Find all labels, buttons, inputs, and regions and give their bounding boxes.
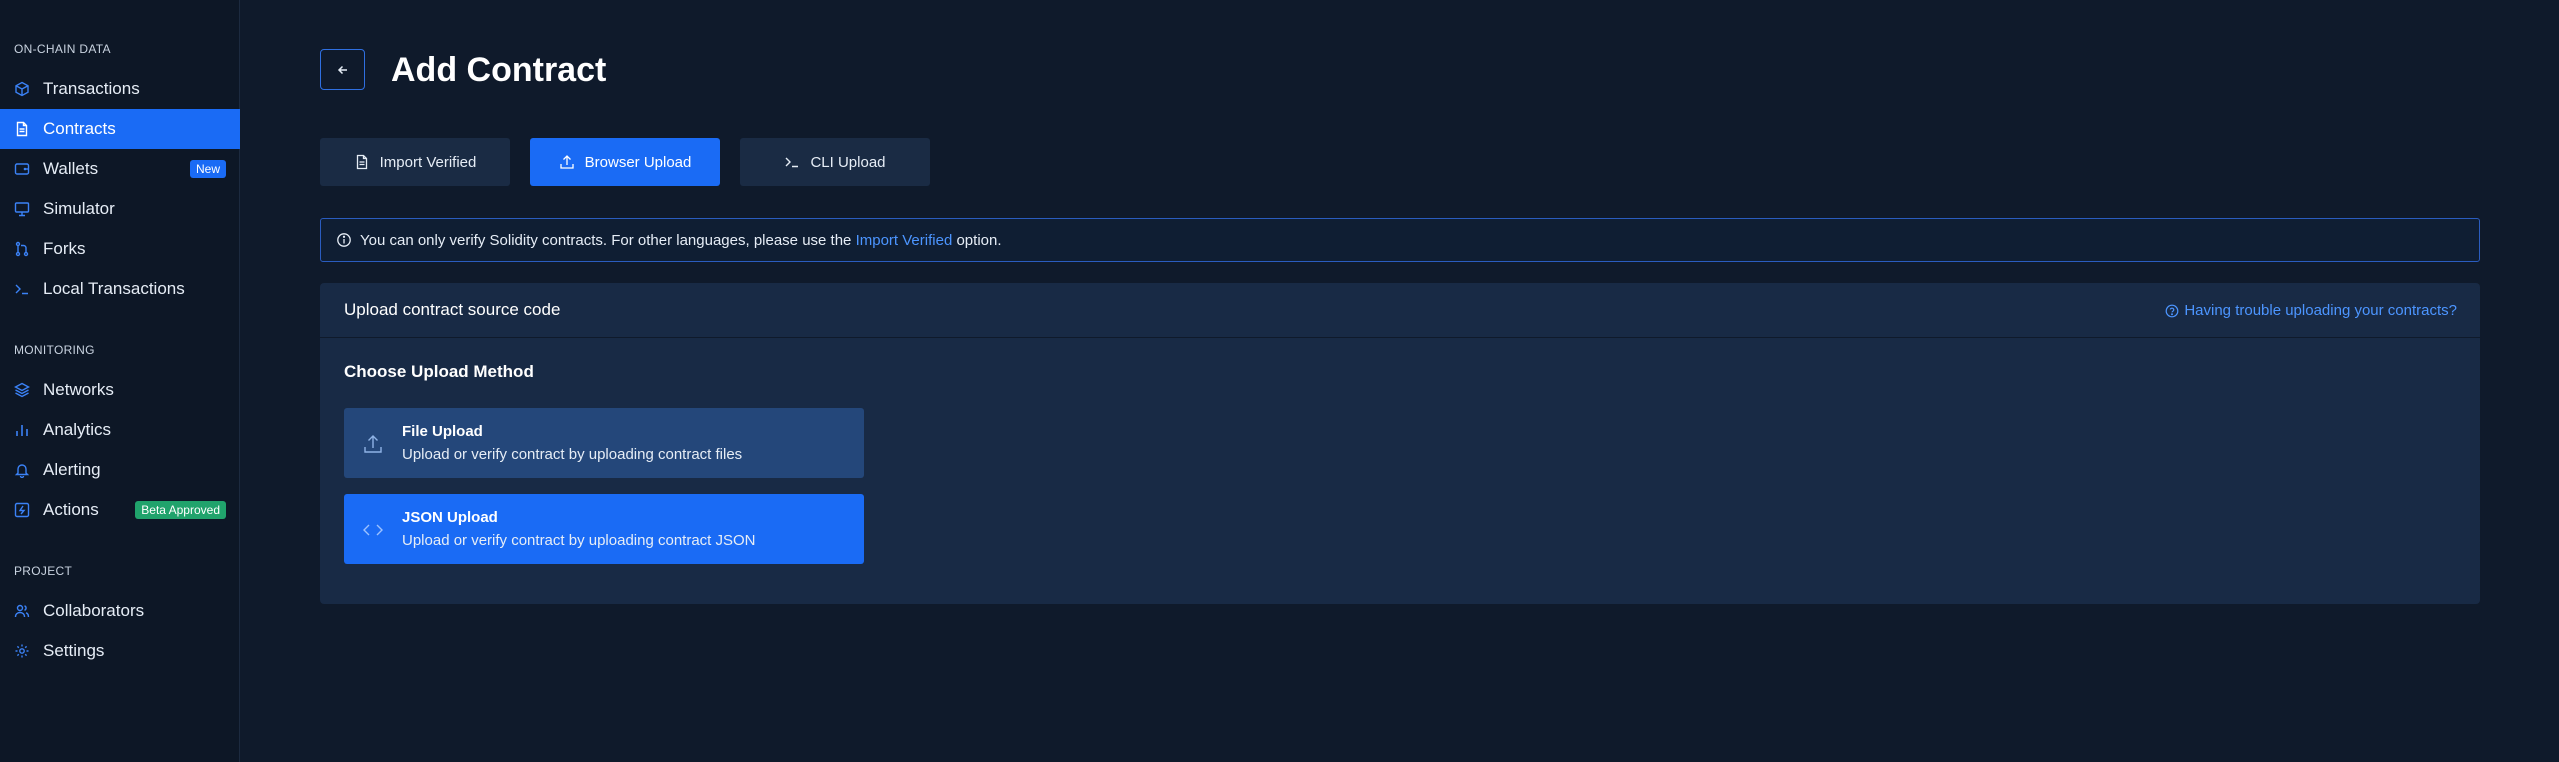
terminal-icon [14, 281, 30, 297]
arrow-left-icon [337, 64, 349, 76]
layers-icon [14, 382, 30, 398]
sidebar-item-label: Actions [43, 500, 99, 519]
bar-chart-icon [14, 422, 30, 438]
upload-icon [559, 154, 575, 170]
sidebar-item-collaborators[interactable]: Collaborators [0, 591, 240, 631]
users-icon [14, 603, 30, 619]
method-description: Upload or verify contract by uploading c… [402, 446, 743, 463]
sidebar-item-simulator[interactable]: Simulator [0, 189, 240, 229]
panel-title: Upload contract source code [344, 300, 561, 319]
choose-upload-method-title: Choose Upload Method [344, 362, 534, 381]
sidebar-item-contracts[interactable]: Contracts [0, 109, 240, 149]
help-link-text: Having trouble uploading your contracts? [2184, 302, 2457, 319]
tab-label: Import Verified [379, 153, 477, 171]
tab-import-verified[interactable]: Import Verified [320, 138, 510, 186]
section-title-on-chain-data: ON-CHAIN DATA [14, 42, 111, 56]
document-icon [354, 154, 370, 170]
method-title: JSON Upload [402, 509, 498, 526]
section-title-project: PROJECT [14, 564, 73, 578]
notice-text-before: You can only verify Solidity contracts. … [360, 231, 856, 249]
git-fork-icon [14, 241, 30, 257]
wallet-icon [14, 161, 30, 177]
code-icon [362, 519, 384, 541]
sidebar-item-networks[interactable]: Networks [0, 370, 240, 410]
notice-text-after: option. [952, 231, 1002, 249]
sidebar-item-label: Transactions [43, 79, 140, 98]
panel-header: Upload contract source code Having troub… [320, 283, 2480, 338]
import-verified-link[interactable]: Import Verified [856, 232, 953, 249]
terminal-icon [784, 154, 800, 170]
sidebar-item-analytics[interactable]: Analytics [0, 410, 240, 450]
sidebar-item-actions[interactable]: Actions Beta Approved [0, 490, 240, 530]
section-title-monitoring: MONITORING [14, 343, 95, 357]
info-icon [336, 232, 352, 248]
sidebar-item-settings[interactable]: Settings [0, 631, 240, 671]
upload-panel: Upload contract source code Having troub… [320, 283, 2480, 604]
monitor-icon [14, 201, 30, 217]
tab-browser-upload[interactable]: Browser Upload [530, 138, 720, 186]
sidebar-item-label: Analytics [43, 420, 112, 439]
sidebar-item-alerting[interactable]: Alerting [0, 450, 240, 490]
method-title: File Upload [402, 423, 483, 440]
sidebar: ON-CHAIN DATA Transactions Contracts Wal… [0, 0, 240, 762]
sidebar-item-local-transactions[interactable]: Local Transactions [0, 269, 240, 309]
lightning-icon [14, 502, 30, 518]
sidebar-item-label: Collaborators [43, 601, 145, 620]
sidebar-item-label: Local Transactions [43, 279, 185, 298]
help-circle-icon [2165, 304, 2179, 318]
json-upload-option[interactable]: JSON Upload Upload or verify contract by… [344, 494, 864, 564]
bell-icon [14, 462, 30, 478]
sidebar-item-wallets[interactable]: Wallets New [0, 149, 240, 189]
sidebar-item-label: Forks [43, 239, 86, 258]
sidebar-item-label: Contracts [43, 119, 116, 138]
new-badge: New [189, 160, 226, 178]
gear-icon [14, 643, 30, 659]
method-description: Upload or verify contract by uploading c… [402, 532, 756, 549]
sidebar-item-transactions[interactable]: Transactions [0, 69, 240, 109]
sidebar-item-label: Simulator [43, 199, 115, 218]
sidebar-item-label: Settings [43, 641, 105, 660]
document-icon [14, 121, 30, 137]
tab-cli-upload[interactable]: CLI Upload [740, 138, 930, 186]
help-link[interactable]: Having trouble uploading your contracts? [2165, 302, 2457, 319]
upload-icon [362, 433, 384, 455]
sidebar-item-label: Alerting [43, 460, 101, 479]
info-notice: You can only verify Solidity contracts. … [320, 218, 2480, 262]
tab-label: Browser Upload [584, 153, 692, 171]
file-upload-option[interactable]: File Upload Upload or verify contract by… [344, 408, 864, 478]
page-title: Add Contract [391, 51, 607, 89]
back-button[interactable] [320, 49, 365, 90]
tab-label: CLI Upload [810, 153, 886, 171]
notice-text: You can only verify Solidity contracts. … [360, 232, 1002, 249]
sidebar-item-label: Networks [43, 380, 114, 399]
sidebar-item-label: Wallets [43, 159, 99, 178]
beta-approved-badge: Beta Approved [135, 501, 226, 519]
cube-icon [14, 81, 30, 97]
sidebar-item-forks[interactable]: Forks [0, 229, 240, 269]
